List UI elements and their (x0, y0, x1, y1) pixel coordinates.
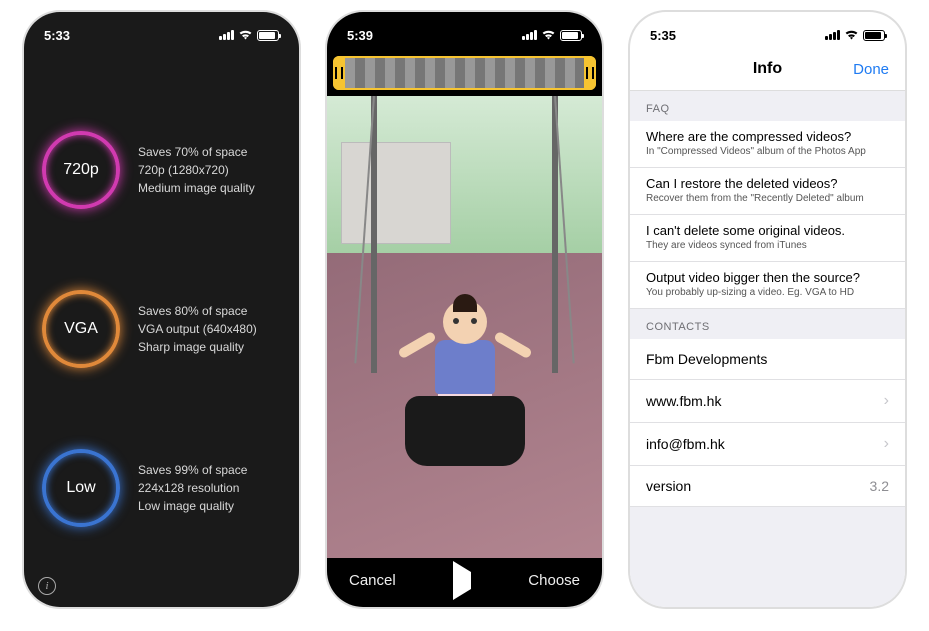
trim-bar-area (327, 50, 602, 96)
battery-icon (560, 30, 582, 41)
quality-option-vga[interactable]: VGA Saves 80% of space VGA output (640x4… (42, 290, 281, 368)
faq-row[interactable]: Can I restore the deleted videos? Recove… (630, 168, 905, 215)
desc-line: Low image quality (138, 497, 247, 515)
version-row: version 3.2 (630, 466, 905, 507)
status-bar: 5:39 (327, 12, 602, 50)
video-preview (327, 96, 602, 558)
status-time: 5:33 (44, 28, 70, 43)
page-title: Info (753, 60, 782, 78)
cancel-button[interactable]: Cancel (349, 572, 396, 589)
chevron-right-icon: › (884, 435, 889, 453)
ring-vga: VGA (42, 290, 120, 368)
battery-icon (257, 30, 279, 41)
status-bar: 5:35 (630, 12, 905, 50)
trim-handle-left[interactable] (333, 56, 345, 90)
trim-filmstrip[interactable] (333, 56, 596, 90)
chevron-right-icon: › (884, 392, 889, 410)
video-toolbar: Cancel Choose (327, 558, 602, 607)
trim-handle-right[interactable] (584, 56, 596, 90)
cellular-signal-icon (825, 30, 840, 40)
website-link: www.fbm.hk (646, 393, 721, 409)
status-indicators (219, 28, 279, 43)
battery-icon (863, 30, 885, 41)
contacts-website-row[interactable]: www.fbm.hk › (630, 380, 905, 423)
faq-question: I can't delete some original videos. (646, 223, 889, 238)
info-list[interactable]: FAQ Where are the compressed videos? In … (630, 91, 905, 607)
wifi-icon (238, 28, 253, 43)
status-indicators (522, 28, 582, 43)
wifi-icon (541, 28, 556, 43)
status-bar: 5:33 (24, 12, 299, 50)
faq-question: Output video bigger then the source? (646, 270, 889, 285)
cellular-signal-icon (522, 30, 537, 40)
faq-question: Can I restore the deleted videos? (646, 176, 889, 191)
faq-answer: In "Compressed Videos" album of the Phot… (646, 146, 889, 157)
option-desc: Saves 70% of space 720p (1280x720) Mediu… (138, 143, 255, 197)
quality-option-low[interactable]: Low Saves 99% of space 224x128 resolutio… (42, 449, 281, 527)
desc-line: Saves 70% of space (138, 143, 255, 161)
status-time: 5:39 (347, 28, 373, 43)
ring-720p: 720p (42, 131, 120, 209)
ring-label: Low (66, 479, 95, 497)
contacts-email-row[interactable]: info@fbm.hk › (630, 423, 905, 466)
desc-line: Sharp image quality (138, 338, 257, 356)
desc-line: Saves 99% of space (138, 461, 247, 479)
play-icon (453, 561, 471, 600)
faq-question: Where are the compressed videos? (646, 129, 889, 144)
info-button[interactable]: i (38, 577, 56, 595)
done-button[interactable]: Done (853, 61, 889, 78)
wifi-icon (844, 28, 859, 43)
email-link: info@fbm.hk (646, 436, 725, 452)
play-button[interactable] (453, 572, 471, 589)
desc-line: 224x128 resolution (138, 479, 247, 497)
screen-info: 5:35 Info Done FAQ Where are the compres… (630, 12, 905, 607)
screen-quality-options: 5:33 720p Saves 70% of space 720p (1280x… (24, 12, 299, 607)
desc-line: Saves 80% of space (138, 302, 257, 320)
faq-row[interactable]: Where are the compressed videos? In "Com… (630, 121, 905, 168)
contacts-developer-row[interactable]: Fbm Developments (630, 339, 905, 380)
status-time: 5:35 (650, 28, 676, 43)
version-value: 3.2 (870, 478, 889, 494)
faq-answer: You probably up-sizing a video. Eg. VGA … (646, 287, 889, 298)
desc-line: VGA output (640x480) (138, 320, 257, 338)
section-header-faq: FAQ (630, 91, 905, 121)
screen-video-trim: 5:39 (327, 12, 602, 607)
faq-answer: Recover them from the "Recently Deleted"… (646, 193, 889, 204)
ring-label: VGA (64, 320, 98, 338)
developer-name: Fbm Developments (646, 351, 767, 367)
desc-line: Medium image quality (138, 179, 255, 197)
option-desc: Saves 99% of space 224x128 resolution Lo… (138, 461, 247, 515)
quality-options-list: 720p Saves 70% of space 720p (1280x720) … (24, 50, 299, 607)
ring-label: 720p (63, 161, 99, 179)
ring-low: Low (42, 449, 120, 527)
choose-button[interactable]: Choose (528, 572, 580, 589)
section-header-contacts: CONTACTS (630, 309, 905, 339)
faq-row[interactable]: Output video bigger then the source? You… (630, 262, 905, 309)
quality-option-720p[interactable]: 720p Saves 70% of space 720p (1280x720) … (42, 131, 281, 209)
faq-answer: They are videos synced from iTunes (646, 240, 889, 251)
faq-row[interactable]: I can't delete some original videos. The… (630, 215, 905, 262)
desc-line: 720p (1280x720) (138, 161, 255, 179)
navbar: Info Done (630, 50, 905, 91)
version-label: version (646, 478, 691, 494)
cellular-signal-icon (219, 30, 234, 40)
status-indicators (825, 28, 885, 43)
option-desc: Saves 80% of space VGA output (640x480) … (138, 302, 257, 356)
